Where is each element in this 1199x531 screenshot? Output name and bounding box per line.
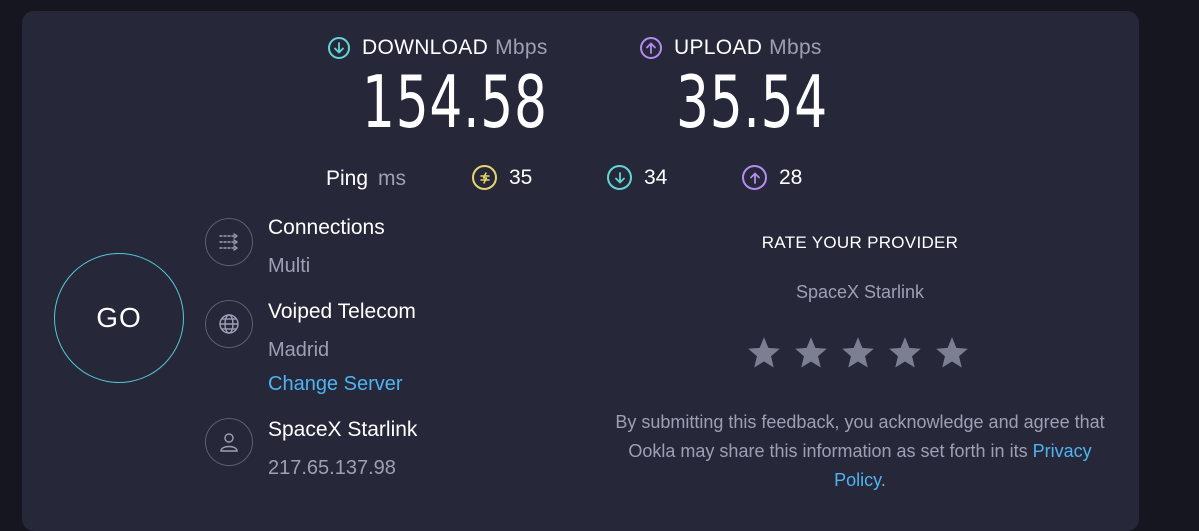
star-rating [746,335,981,371]
download-value: 154.58 [362,60,548,144]
ping-unit: ms [378,167,407,190]
server-name: Voiped Telecom [268,300,416,323]
rate-provider-title: RATE YOUR PROVIDER [761,233,959,252]
download-label: DOWNLOAD [362,36,489,59]
provider-ip: 217.65.137.98 [268,457,396,479]
disclaimer-end: . [880,470,886,490]
connections-icon[interactable] [205,218,253,266]
idle-latency-icon [472,165,497,190]
feedback-disclaimer: By submitting this feedback, you acknowl… [610,408,1110,495]
server-location: Madrid [268,339,330,361]
download-arrow-icon [328,37,350,59]
star-icon-2[interactable] [793,335,829,371]
change-server-link[interactable]: Change Server [268,373,403,396]
star-icon-3[interactable] [840,335,876,371]
upload-header: UPLOAD Mbps [640,34,822,62]
upload-arrow-icon [640,37,662,59]
ping-upload: 28 [742,165,802,190]
go-button[interactable]: GO [54,253,184,383]
download-header: DOWNLOAD Mbps [328,34,548,62]
ping-download-value: 34 [644,165,668,189]
star-icon-5[interactable] [934,335,970,371]
download-latency-icon [607,165,632,190]
globe-icon [205,300,253,348]
ping-idle-value: 35 [509,165,533,189]
download-unit: Mbps [495,36,548,59]
ping-label: Ping [326,167,369,190]
upload-label: UPLOAD [674,36,763,59]
star-icon-4[interactable] [887,335,923,371]
rate-provider-name: SpaceX Starlink [795,282,925,302]
connections-title: Connections [268,216,385,239]
ping-idle: 35 [472,165,532,190]
ping-upload-value: 28 [779,165,803,189]
upload-value: 35.54 [676,60,829,144]
ping-download: 34 [607,165,667,190]
ping-row: Ping ms [326,164,406,194]
disclaimer-text: By submitting this feedback, you acknowl… [615,412,1105,461]
connections-value: Multi [268,255,311,277]
upload-unit: Mbps [769,36,822,59]
star-icon-1[interactable] [746,335,782,371]
user-icon [205,418,253,466]
provider-name: SpaceX Starlink [268,418,418,441]
upload-latency-icon [742,165,767,190]
